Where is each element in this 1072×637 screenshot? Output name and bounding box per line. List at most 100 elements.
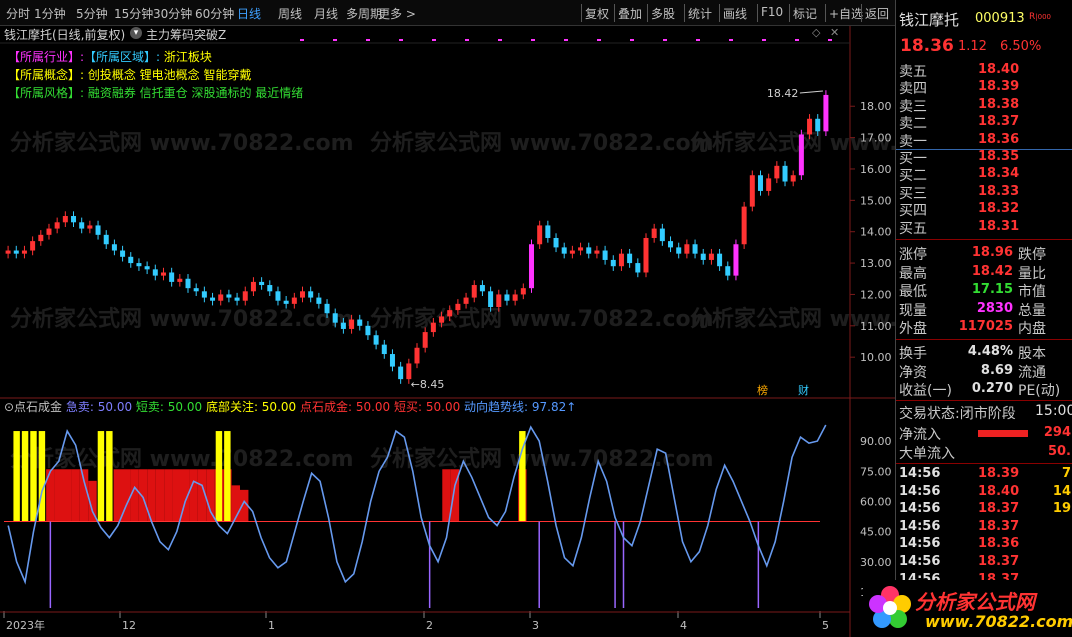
trade-row: 14:56 18.37 [896,519,1072,536]
toolbar-button[interactable]: 标记 [793,5,817,22]
stats-row: 外盘 117025 内盘 [896,318,1072,337]
period-tab[interactable]: 15分钟 [114,5,153,22]
indicator-axis-label: 75.00 [860,465,892,478]
indicator-axis-label: 60.00 [860,495,892,508]
candle [447,310,453,317]
candle [120,250,126,257]
candle [749,175,755,207]
candle [193,288,199,292]
signal-dash [366,39,370,41]
toolbar-button[interactable]: 画线 [723,5,747,22]
candle [267,285,273,292]
toolbar-separator [614,4,615,22]
toolbar-separator [861,4,862,22]
order-level-price: 18.38 [978,96,1020,112]
price-change-pct: 6.50% [1000,39,1042,54]
stats-label-2: PE(动) [1018,383,1061,399]
candle [316,297,322,304]
order-book-row[interactable]: 买二 18.34 [896,165,1072,184]
period-tab[interactable]: 月线 [314,5,338,22]
signal-dash [762,39,766,41]
toolbar-button[interactable]: 叠加 [618,5,642,22]
candle [741,206,747,245]
finance-badge[interactable]: 财 [798,383,809,397]
signal-dash [399,39,403,41]
price-chart[interactable]: 分析家公式网 www.70822.com 分析家公式网 www.70822.com… [0,26,895,637]
toolbar-button[interactable]: 返回 [865,5,889,22]
toolbar-separator [719,4,720,22]
period-tab[interactable]: 日线 [237,5,261,22]
candle [54,222,60,229]
order-level-price: 18.36 [978,131,1020,147]
candle [414,347,420,364]
candle [463,297,469,304]
flow-row: 净流入 294 [896,424,1072,443]
order-level-price: 18.37 [978,114,1020,130]
flow-label: 大单流入 [899,446,955,462]
candle [635,263,641,273]
rank-badge[interactable]: 榜 [757,383,768,397]
watermark-text: 分析家公式网 www.70822.com [10,130,354,156]
candle [766,178,772,191]
candle [152,269,158,276]
flow-label: 净流入 [899,427,941,443]
candle [692,244,698,254]
order-book-row[interactable]: 卖一 18.36 [896,131,1072,150]
order-book-row[interactable]: 卖四 18.39 [896,78,1072,97]
period-tab[interactable]: 分时 [6,5,30,22]
stats-label-2: 内盘 [1018,321,1046,337]
stats-value: 18.42 [971,263,1013,279]
time-axis-label: 3 [532,619,539,632]
toolbar-button[interactable]: F10 [761,5,783,19]
indicator-value: 动向趋势线: 97.82↑ [464,399,576,414]
stats-row: 现量 2830 总量 [896,300,1072,319]
trade-row: 14:56 18.39 7 [896,466,1072,483]
period-tab[interactable]: 周线 [278,5,302,22]
period-tab[interactable]: 30分钟 [153,5,192,22]
candle [38,234,44,242]
candle [439,316,445,323]
toolbar-button[interactable]: 复权 [585,5,609,22]
yellow-bar [97,431,105,522]
trade-row: 14:56 18.40 14 [896,484,1072,501]
stats-value: 4.48% [967,344,1013,359]
stats-row: 最高 18.42 量比 [896,263,1072,282]
candle [103,234,109,245]
trade-volume: 14 [1052,483,1071,499]
flow-bar [978,430,1028,437]
period-tab[interactable]: 60分钟 [195,5,234,22]
order-book-row[interactable]: 卖五 18.40 [896,61,1072,80]
watermark-text: 分析家公式网 www.70822.com [370,306,714,332]
candle [668,241,674,248]
stats-row: 换手 4.48% 股本 [896,343,1072,362]
candle [21,250,27,254]
order-level-price: 18.31 [978,218,1020,234]
candle [406,363,412,380]
toolbar-button[interactable]: 多股 [651,5,675,22]
watermark-text: 分析家公式网 www.70822.com [370,130,714,156]
order-book-row[interactable]: 买一 18.35 [896,148,1072,167]
toolbar-separator [684,4,685,22]
candle [790,175,796,182]
price-axis-label: 12.00 [860,288,892,301]
order-book-row[interactable]: 买四 18.32 [896,200,1072,219]
stats-label: 外盘 [899,321,927,337]
order-book-row[interactable]: 买五 18.31 [896,218,1072,237]
site-logo: 分析家公式网 www.70822.com [863,580,1072,637]
order-book-row[interactable]: 卖三 18.38 [896,96,1072,115]
order-book-row[interactable]: 买三 18.33 [896,183,1072,202]
toolbar-button[interactable]: +自选 [829,5,863,22]
period-tab[interactable]: 更多 > [378,5,416,22]
toolbar-button[interactable]: 统计 [688,5,712,22]
period-tab[interactable]: 多周期 [346,5,382,22]
signal-dash [498,39,502,41]
order-book-row[interactable]: 卖二 18.37 [896,113,1072,132]
red-bar [79,469,89,522]
flower-logo-icon [869,586,911,628]
period-tab[interactable]: 5分钟 [76,5,108,22]
candle [128,256,134,264]
yellow-bar [13,431,20,522]
candle [455,303,461,311]
period-tab[interactable]: 1分钟 [34,5,66,22]
candle [479,285,485,292]
